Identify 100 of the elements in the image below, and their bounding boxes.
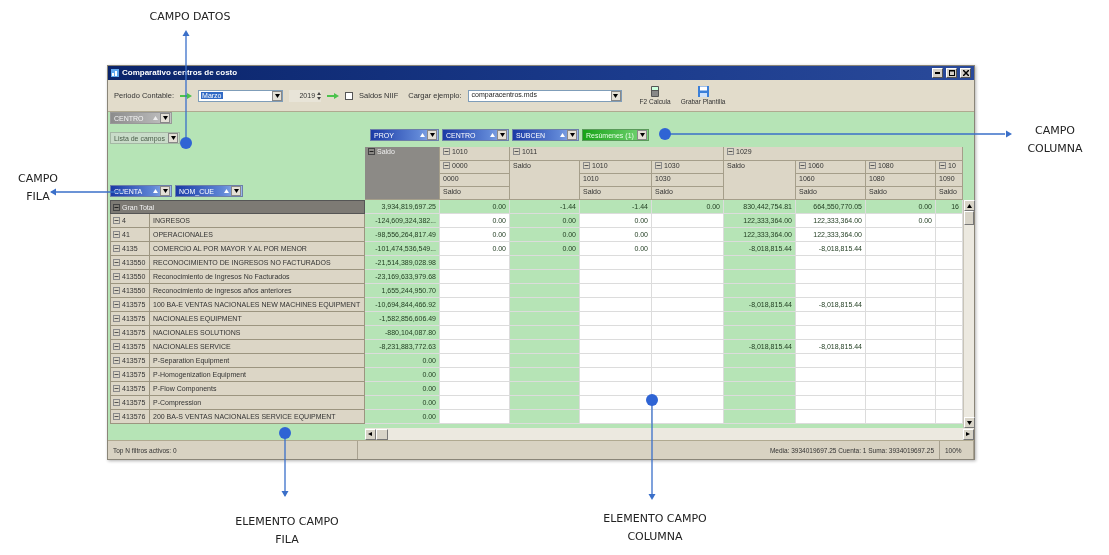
table-cell [866, 326, 936, 341]
close-icon [962, 69, 969, 76]
scroll-right-button[interactable] [963, 428, 974, 440]
collapse-icon[interactable] [655, 161, 662, 169]
collapse-icon[interactable] [799, 161, 806, 169]
caret-down-icon [162, 116, 168, 121]
collapse-icon[interactable] [113, 343, 120, 351]
dropdown-button[interactable] [567, 130, 577, 141]
dropdown-button[interactable] [637, 130, 647, 141]
collapse-icon[interactable] [113, 301, 120, 309]
table-cell [440, 382, 510, 397]
table-cell [652, 396, 724, 411]
collapse-icon[interactable] [113, 273, 120, 281]
collapse-icon[interactable] [113, 329, 120, 337]
collapse-icon[interactable] [443, 161, 450, 169]
horizontal-scrollbar[interactable] [365, 428, 974, 441]
vertical-scrollbar[interactable] [963, 200, 974, 429]
calculator-icon [651, 86, 660, 98]
dropdown-button[interactable] [231, 186, 241, 197]
caret-down-icon [639, 133, 645, 138]
collapse-icon[interactable] [939, 161, 946, 169]
table-cell [580, 368, 652, 383]
table-cell [440, 312, 510, 327]
table-cell [936, 340, 963, 355]
dropdown-button[interactable] [168, 133, 178, 144]
collapse-icon[interactable] [869, 161, 876, 169]
collapse-icon[interactable] [513, 148, 520, 156]
table-cell [724, 284, 796, 299]
table-cell [936, 312, 963, 327]
close-button[interactable] [960, 67, 971, 78]
collapse-icon[interactable] [727, 148, 734, 156]
dropdown-button[interactable] [427, 130, 437, 141]
collapse-icon[interactable] [443, 148, 450, 156]
table-cell [652, 354, 724, 369]
collapse-icon[interactable] [113, 399, 120, 407]
scrollbar-thumb[interactable] [376, 428, 388, 440]
table-cell [652, 256, 724, 271]
table-cell [440, 340, 510, 355]
callout-label: CAMPO FILA [17, 171, 59, 205]
caret-down-icon [170, 136, 176, 141]
table-cell [724, 354, 796, 369]
table-cell [652, 382, 724, 397]
table-cell [510, 354, 580, 369]
table-cell [510, 298, 580, 313]
dropdown-button[interactable] [272, 90, 283, 101]
collapse-icon[interactable] [113, 371, 120, 379]
caret-down-icon [233, 189, 239, 194]
table-cell [652, 326, 724, 341]
checkbox[interactable] [345, 91, 354, 100]
collapse-icon[interactable] [368, 148, 375, 156]
scrollbar-thumb[interactable] [964, 211, 974, 226]
table-cell [652, 298, 724, 313]
collapse-icon[interactable] [113, 231, 120, 239]
caret-down-icon [613, 93, 619, 98]
table-cell [936, 382, 963, 397]
table-cell [580, 256, 652, 271]
caret-right-icon [966, 432, 971, 437]
dropdown-button[interactable] [160, 113, 170, 124]
collapse-icon[interactable] [113, 413, 120, 421]
table-cell [652, 214, 724, 229]
dropdown-button[interactable] [160, 186, 170, 197]
table-cell [796, 256, 866, 271]
minimize-button[interactable] [932, 67, 943, 78]
table-cell [510, 382, 580, 397]
dropdown-button[interactable] [497, 130, 507, 141]
table-cell [510, 396, 580, 411]
table-cell [796, 368, 866, 383]
table-cell [724, 368, 796, 383]
collapse-icon[interactable] [113, 217, 120, 225]
scroll-down-button[interactable] [964, 417, 975, 429]
table-cell [652, 410, 724, 425]
minimize-icon [935, 71, 940, 74]
caret-left-icon [368, 432, 373, 437]
table-cell [866, 382, 936, 397]
collapse-icon[interactable] [113, 315, 120, 323]
collapse-icon[interactable] [113, 385, 120, 393]
collapse-icon[interactable] [583, 161, 590, 169]
table-cell [936, 270, 963, 285]
collapse-icon[interactable] [113, 203, 120, 211]
sort-up-icon [224, 189, 229, 194]
collapse-icon[interactable] [113, 245, 120, 253]
table-cell [936, 214, 963, 229]
table-cell [866, 242, 936, 257]
table-cell [796, 284, 866, 299]
collapse-icon[interactable] [113, 357, 120, 365]
table-cell [936, 256, 963, 271]
scroll-left-button[interactable] [365, 428, 376, 440]
table-cell [866, 284, 936, 299]
collapse-icon[interactable] [113, 287, 120, 295]
table-cell [440, 326, 510, 341]
dropdown-button[interactable] [610, 90, 621, 101]
collapse-icon[interactable] [113, 259, 120, 267]
maximize-button[interactable] [946, 67, 957, 78]
table-cell [796, 354, 866, 369]
table-cell [510, 284, 580, 299]
table-cell [510, 410, 580, 425]
table-cell [796, 312, 866, 327]
scroll-up-button[interactable] [964, 200, 975, 212]
table-cell [936, 396, 963, 411]
table-cell [652, 312, 724, 327]
